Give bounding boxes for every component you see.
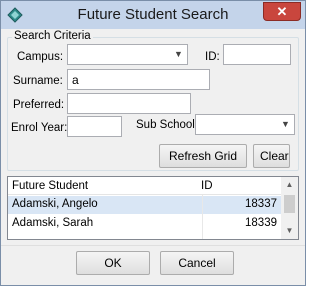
refresh-grid-button[interactable]: Refresh Grid (159, 144, 247, 168)
sub-school-select[interactable]: ▼ (195, 114, 295, 135)
ok-button[interactable]: OK (76, 251, 150, 275)
footer-divider (1, 245, 305, 246)
surname-label: Surname: (13, 75, 63, 87)
future-student-grid[interactable]: Future Student ID Adamski, Angelo 18337 … (7, 176, 299, 240)
table-row[interactable]: Adamski, Sarah 18339 (8, 215, 281, 233)
window-title: Future Student Search (77, 6, 229, 23)
student-id-cell: 18337 (245, 198, 277, 210)
column-header-future-student[interactable]: Future Student (12, 180, 88, 192)
enrol-year-label: Enrol Year: (11, 122, 68, 134)
close-icon: ✕ (276, 4, 288, 19)
table-row[interactable]: Adamski, Angelo 18337 (8, 196, 281, 214)
enrol-year-input[interactable] (67, 116, 122, 137)
scroll-down-icon[interactable]: ▼ (281, 223, 298, 239)
clear-button[interactable]: Clear (253, 144, 290, 168)
preferred-input[interactable] (67, 93, 191, 114)
chevron-down-icon: ▼ (174, 49, 183, 59)
student-name-cell: Adamski, Angelo (12, 198, 98, 210)
campus-select[interactable]: ▼ (67, 44, 188, 65)
grid-header: Future Student ID (8, 177, 281, 195)
student-name-cell: Adamski, Sarah (12, 217, 94, 229)
close-button[interactable]: ✕ (263, 2, 301, 21)
vertical-scrollbar[interactable]: ▲ ▼ (281, 177, 298, 239)
scrollbar-thumb[interactable] (284, 195, 295, 213)
student-id-cell: 18339 (245, 217, 277, 229)
preferred-label: Preferred: (13, 99, 65, 111)
column-divider (202, 195, 203, 239)
id-input[interactable] (223, 44, 291, 65)
future-student-search-window: Future Student Search ✕ Search Criteria … (0, 0, 306, 286)
campus-label: Campus: (17, 51, 64, 63)
scroll-up-icon[interactable]: ▲ (281, 177, 298, 193)
search-criteria-legend: Search Criteria (12, 30, 93, 42)
cancel-button[interactable]: Cancel (160, 251, 234, 275)
title-bar[interactable]: Future Student Search ✕ (1, 1, 305, 29)
id-label: ID: (205, 51, 220, 63)
surname-input[interactable] (67, 69, 210, 90)
column-header-id[interactable]: ID (201, 180, 213, 192)
sub-school-label: Sub School: (136, 119, 199, 131)
chevron-down-icon: ▼ (281, 119, 290, 129)
